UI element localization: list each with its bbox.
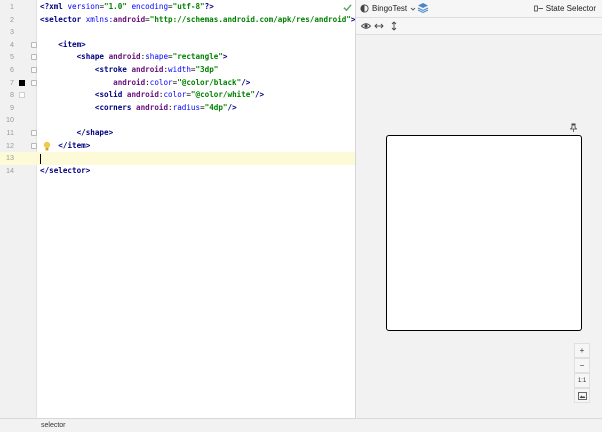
line-number[interactable]: 7 xyxy=(0,77,14,90)
screenshot-icon xyxy=(577,391,587,400)
line-number[interactable]: 9 xyxy=(0,102,14,115)
state-selector-icon xyxy=(533,5,543,12)
status-bar: selector xyxy=(0,418,602,432)
code-text[interactable]: </selector> xyxy=(40,165,90,178)
preview-canvas[interactable]: + − 1:1 xyxy=(356,34,602,418)
fold-marker-icon[interactable] xyxy=(31,54,37,61)
line-number[interactable]: 5 xyxy=(0,51,14,64)
xml-editor[interactable]: 1 <?xml version="1.0" encoding="utf-8"?> 2… xyxy=(0,0,355,418)
line-number[interactable]: 10 xyxy=(0,114,14,127)
code-line[interactable]: 4 <item> xyxy=(0,39,355,52)
line-number[interactable]: 11 xyxy=(0,127,14,140)
color-swatch-icon[interactable] xyxy=(19,79,25,86)
layers-icon[interactable] xyxy=(417,2,429,14)
preview-toolbar-secondary xyxy=(356,18,602,35)
drawable-preview xyxy=(386,135,582,331)
code-line[interactable]: 1 <?xml version="1.0" encoding="utf-8"?> xyxy=(0,1,355,14)
vertical-resize-icon[interactable] xyxy=(389,21,399,31)
theme-icon xyxy=(360,4,369,13)
code-line[interactable]: 2 <selector xmlns:android="http://schemas… xyxy=(0,14,355,27)
line-number[interactable]: 3 xyxy=(0,26,14,39)
code-text[interactable]: </shape> xyxy=(40,127,114,140)
eye-icon[interactable] xyxy=(361,21,371,31)
code-text[interactable]: <item> xyxy=(40,39,85,52)
zoom-out-button[interactable]: − xyxy=(574,358,590,373)
pin-icon[interactable] xyxy=(570,123,577,132)
horizontal-resize-icon[interactable] xyxy=(374,21,384,31)
code-line[interactable]: 5 <shape android:shape="rectangle"> xyxy=(0,51,355,64)
fold-marker-icon[interactable] xyxy=(31,79,37,86)
line-number[interactable]: 4 xyxy=(0,39,14,52)
fold-marker-icon[interactable] xyxy=(31,41,37,48)
fold-marker-icon[interactable] xyxy=(31,67,37,73)
code-line[interactable]: 7 android:color="@color/black"/> xyxy=(0,77,355,90)
line-number[interactable]: 13 xyxy=(0,152,14,165)
fold-marker-icon[interactable] xyxy=(31,142,37,149)
code-line[interactable]: 9 <corners android:radius="4dp"/> xyxy=(0,102,355,115)
text-caret xyxy=(40,153,41,164)
theme-label: BingoTest xyxy=(372,4,408,13)
code-text[interactable]: </item> xyxy=(40,140,90,153)
color-swatch-icon[interactable] xyxy=(19,92,25,99)
code-line[interactable]: 14 </selector> xyxy=(0,165,355,178)
line-number[interactable]: 1 xyxy=(0,1,14,14)
code-line[interactable]: 13 xyxy=(0,152,355,165)
code-text[interactable]: <?xml version="1.0" encoding="utf-8"?> xyxy=(40,1,214,14)
code-line[interactable]: 12 </item> xyxy=(0,140,355,153)
code-line[interactable]: 6 <stroke android:width="3dp" xyxy=(0,64,355,77)
fold-marker-icon[interactable] xyxy=(31,130,37,136)
screenshot-button[interactable] xyxy=(574,388,590,403)
code-text[interactable]: android:color="@color/black"/> xyxy=(40,77,250,90)
code-text[interactable]: <solid android:color="@color/white"/> xyxy=(40,89,264,102)
preview-toolbar: BingoTest State Selector xyxy=(356,0,602,18)
line-number[interactable]: 2 xyxy=(0,14,14,27)
breadcrumb[interactable]: selector xyxy=(41,420,66,432)
code-text[interactable]: <selector xmlns:android="http://schemas.… xyxy=(40,14,355,27)
line-number[interactable]: 6 xyxy=(0,64,14,77)
checkmark-icon xyxy=(343,4,352,12)
code-line[interactable]: 10 xyxy=(0,114,355,127)
line-number[interactable]: 14 xyxy=(0,165,14,178)
code-line[interactable]: 3 xyxy=(0,26,355,39)
zoom-in-button[interactable]: + xyxy=(574,343,590,358)
zoom-actual-size-button[interactable]: 1:1 xyxy=(574,373,590,388)
code-text[interactable]: <corners android:radius="4dp"/> xyxy=(40,102,237,115)
code-text[interactable]: <stroke android:width="3dp" xyxy=(40,64,218,77)
line-number[interactable]: 12 xyxy=(0,140,14,153)
state-selector-button[interactable]: State Selector xyxy=(533,2,596,15)
code-line[interactable]: 8 <solid android:color="@color/white"/> xyxy=(0,89,355,102)
code-line[interactable]: 11 </shape> xyxy=(0,127,355,140)
chevron-down-icon xyxy=(410,7,416,11)
line-number[interactable]: 8 xyxy=(0,89,14,102)
state-selector-label: State Selector xyxy=(545,4,596,13)
code-text[interactable]: <shape android:shape="rectangle"> xyxy=(40,51,228,64)
preview-pane: BingoTest State Selector + − 1:1 xyxy=(356,0,602,418)
theme-dropdown[interactable]: BingoTest xyxy=(360,2,416,15)
zoom-controls: + − 1:1 xyxy=(574,343,590,403)
